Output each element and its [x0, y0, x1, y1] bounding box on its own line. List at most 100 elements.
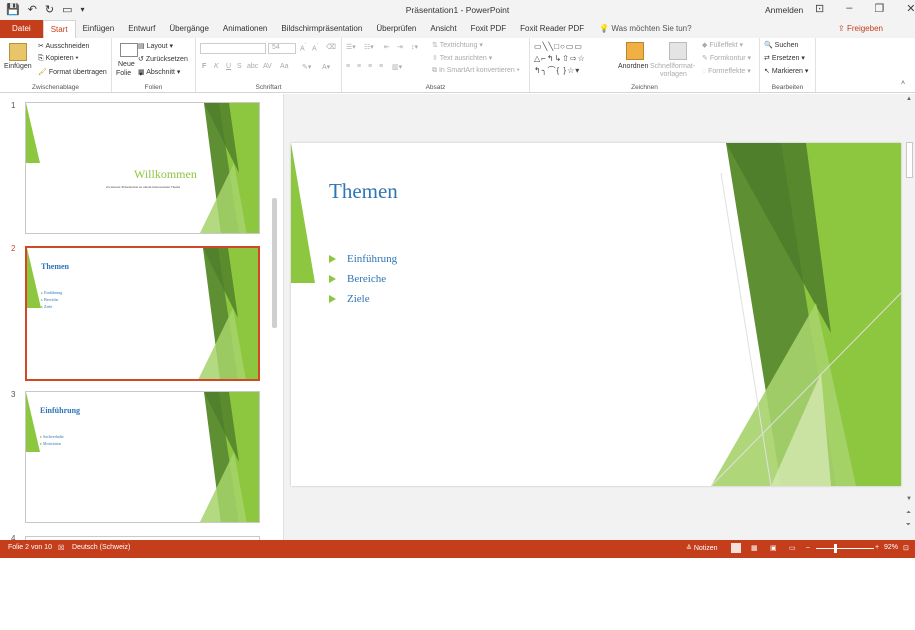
- format-painter-button[interactable]: 🖌 Format übertragen: [38, 68, 107, 76]
- tab-transitions[interactable]: Übergänge: [162, 20, 216, 38]
- slide-title[interactable]: Themen: [329, 179, 398, 204]
- align-center-icon[interactable]: ≡: [357, 63, 361, 70]
- align-text-button[interactable]: ⇳ Text ausrichten ▾: [432, 54, 492, 62]
- zoom-out-icon[interactable]: –: [806, 544, 810, 551]
- reset-button[interactable]: ↺ Zurücksetzen: [138, 55, 188, 63]
- grow-font-icon[interactable]: Aˆ: [300, 43, 307, 52]
- shrink-font-icon[interactable]: Aˇ: [312, 43, 319, 52]
- numbering-icon[interactable]: ☷▾: [364, 43, 374, 51]
- scrollbar-thumb[interactable]: [906, 142, 913, 178]
- change-case-button[interactable]: Aa: [280, 63, 289, 70]
- minimize-icon[interactable]: –: [846, 2, 852, 15]
- sign-in-link[interactable]: Anmelden: [765, 5, 803, 15]
- slide-sorter-icon[interactable]: ▦: [751, 544, 758, 552]
- tab-review[interactable]: Überprüfen: [369, 20, 423, 38]
- new-slide-line1[interactable]: Neue: [118, 61, 135, 68]
- paste-button[interactable]: Einfügen: [4, 63, 32, 70]
- find-button[interactable]: 🔍 Suchen: [764, 41, 798, 49]
- spellcheck-icon[interactable]: ☒: [58, 544, 64, 552]
- quick-styles-line1[interactable]: Schnellformat-: [650, 63, 695, 70]
- editor-scrollbar[interactable]: ▲ ▼ ⏶ ⏷: [905, 94, 915, 540]
- shapes-gallery[interactable]: ▭╲╲□○▭▭ △⌐↰↳⇧⇨☆ ↰╮⌒{ }☆▾: [534, 41, 610, 81]
- new-slide-icon[interactable]: [120, 43, 138, 57]
- tab-home[interactable]: Start: [42, 20, 76, 38]
- brush-icon: 🖌: [38, 69, 47, 76]
- thumbnail-slide-1[interactable]: Willkommen Zu unserer Präsentation zu ei…: [25, 102, 260, 234]
- font-family-select[interactable]: [200, 43, 266, 54]
- font-size-select[interactable]: 54: [268, 43, 296, 54]
- font-color-icon[interactable]: A▾: [322, 63, 330, 71]
- section-button[interactable]: ▦ Abschnitt ▾: [138, 68, 180, 76]
- reading-view-icon[interactable]: ▣: [770, 544, 777, 552]
- arrange-icon[interactable]: [626, 42, 644, 60]
- tab-insert[interactable]: Einfügen: [76, 20, 122, 38]
- scroll-up-icon[interactable]: ▲: [906, 96, 912, 102]
- tab-design[interactable]: Entwurf: [121, 20, 162, 38]
- cut-button[interactable]: ✂ Ausschneiden: [38, 42, 89, 50]
- slide-counter[interactable]: Folie 2 von 10: [8, 544, 52, 551]
- tab-slideshow[interactable]: Bildschirmpräsentation: [274, 20, 369, 38]
- text-direction-button[interactable]: ⇅ Textrichtung ▾: [432, 41, 483, 49]
- close-icon[interactable]: ✕: [906, 2, 915, 15]
- italic-button[interactable]: K: [214, 63, 219, 70]
- tell-me-search[interactable]: 💡 Was möchten Sie tun?: [591, 20, 691, 38]
- paste-icon[interactable]: [9, 43, 27, 61]
- thumbnail-scrollbar[interactable]: [270, 190, 279, 630]
- group-label-drawing: Zeichnen: [631, 84, 658, 91]
- shape-fill-button[interactable]: ◆ Fülleffekt ▾: [702, 41, 743, 49]
- increase-indent-icon[interactable]: ⇥: [397, 43, 403, 51]
- share-button[interactable]: ⇪ Freigeben: [838, 24, 883, 33]
- clear-format-icon[interactable]: ⌫: [326, 43, 336, 51]
- replace-button[interactable]: ⇄ Ersetzen ▾: [764, 54, 805, 62]
- bold-button[interactable]: F: [202, 63, 206, 70]
- quick-styles-icon[interactable]: [669, 42, 687, 60]
- strikethrough-button[interactable]: S: [237, 63, 242, 70]
- language-indicator[interactable]: Deutsch (Schweiz): [72, 544, 130, 551]
- decrease-indent-icon[interactable]: ⇤: [384, 43, 390, 51]
- justify-icon[interactable]: ≡: [379, 63, 383, 70]
- thumbnail-slide-2[interactable]: Themen ▸ Einführung ▸ Bereiche ▸ Ziele: [25, 246, 260, 381]
- smartart-button[interactable]: ⧉ In SmartArt konvertieren ▾: [432, 67, 520, 75]
- shape-effects-button[interactable]: ◌ Formeffekte ▾: [702, 67, 751, 75]
- normal-view-icon[interactable]: [731, 543, 741, 553]
- current-slide[interactable]: Themen Einführung Bereiche Ziele: [291, 143, 901, 486]
- next-slide-icon[interactable]: ⏷: [906, 522, 911, 529]
- shadow-button[interactable]: abc: [247, 63, 258, 70]
- ribbon-options-icon[interactable]: ⊡: [815, 2, 824, 15]
- scrollbar-thumb[interactable]: [272, 198, 277, 328]
- tab-animations[interactable]: Animationen: [216, 20, 274, 38]
- tab-foxit-pdf[interactable]: Foxit PDF: [464, 20, 514, 38]
- underline-button[interactable]: U: [226, 63, 231, 70]
- new-slide-line2[interactable]: Folie: [116, 70, 131, 77]
- tab-view[interactable]: Ansicht: [423, 20, 463, 38]
- fit-to-window-icon[interactable]: ⊡: [903, 544, 909, 552]
- notes-button[interactable]: ≙ Notizen: [686, 544, 718, 552]
- select-button[interactable]: ↖ Markieren ▾: [764, 67, 808, 75]
- char-spacing-button[interactable]: AV: [263, 63, 272, 70]
- previous-slide-icon[interactable]: ⏶: [906, 510, 911, 517]
- layout-button[interactable]: ▤ Layout ▾: [138, 42, 173, 50]
- collapse-ribbon-icon[interactable]: ˄: [901, 80, 905, 87]
- scroll-down-icon[interactable]: ▼: [906, 496, 912, 502]
- maximize-icon[interactable]: ❐: [874, 2, 884, 15]
- shape-outline-button[interactable]: ✎ Formkontur ▾: [702, 54, 751, 62]
- slideshow-view-icon[interactable]: ▭: [789, 544, 796, 552]
- tab-file[interactable]: Datei: [0, 20, 43, 38]
- highlight-icon[interactable]: ✎▾: [302, 63, 311, 71]
- copy-button[interactable]: ⎘ Kopieren ▾: [38, 55, 78, 63]
- align-right-icon[interactable]: ≡: [368, 63, 372, 70]
- zoom-slider[interactable]: [816, 548, 874, 549]
- columns-icon[interactable]: ▥▾: [392, 63, 402, 71]
- thumbnail-slide-3[interactable]: Einführung ▸ Sachverhalte ▸ Motivation: [25, 391, 260, 523]
- arrange-button[interactable]: Anordnen: [618, 63, 648, 70]
- zoom-slider-handle[interactable]: [834, 544, 837, 553]
- zoom-level[interactable]: 92%: [884, 544, 898, 551]
- quick-styles-line2[interactable]: vorlagen: [660, 71, 687, 78]
- line-spacing-icon[interactable]: ↕▾: [411, 43, 418, 51]
- align-left-icon[interactable]: ≡: [346, 63, 350, 70]
- slide-bullet-list[interactable]: Einführung Bereiche Ziele: [329, 253, 397, 313]
- bullets-icon[interactable]: ☰▾: [346, 43, 356, 51]
- zoom-in-icon[interactable]: +: [875, 544, 879, 551]
- tab-foxit-reader-pdf[interactable]: Foxit Reader PDF: [513, 20, 591, 38]
- share-icon: ⇪: [838, 24, 845, 33]
